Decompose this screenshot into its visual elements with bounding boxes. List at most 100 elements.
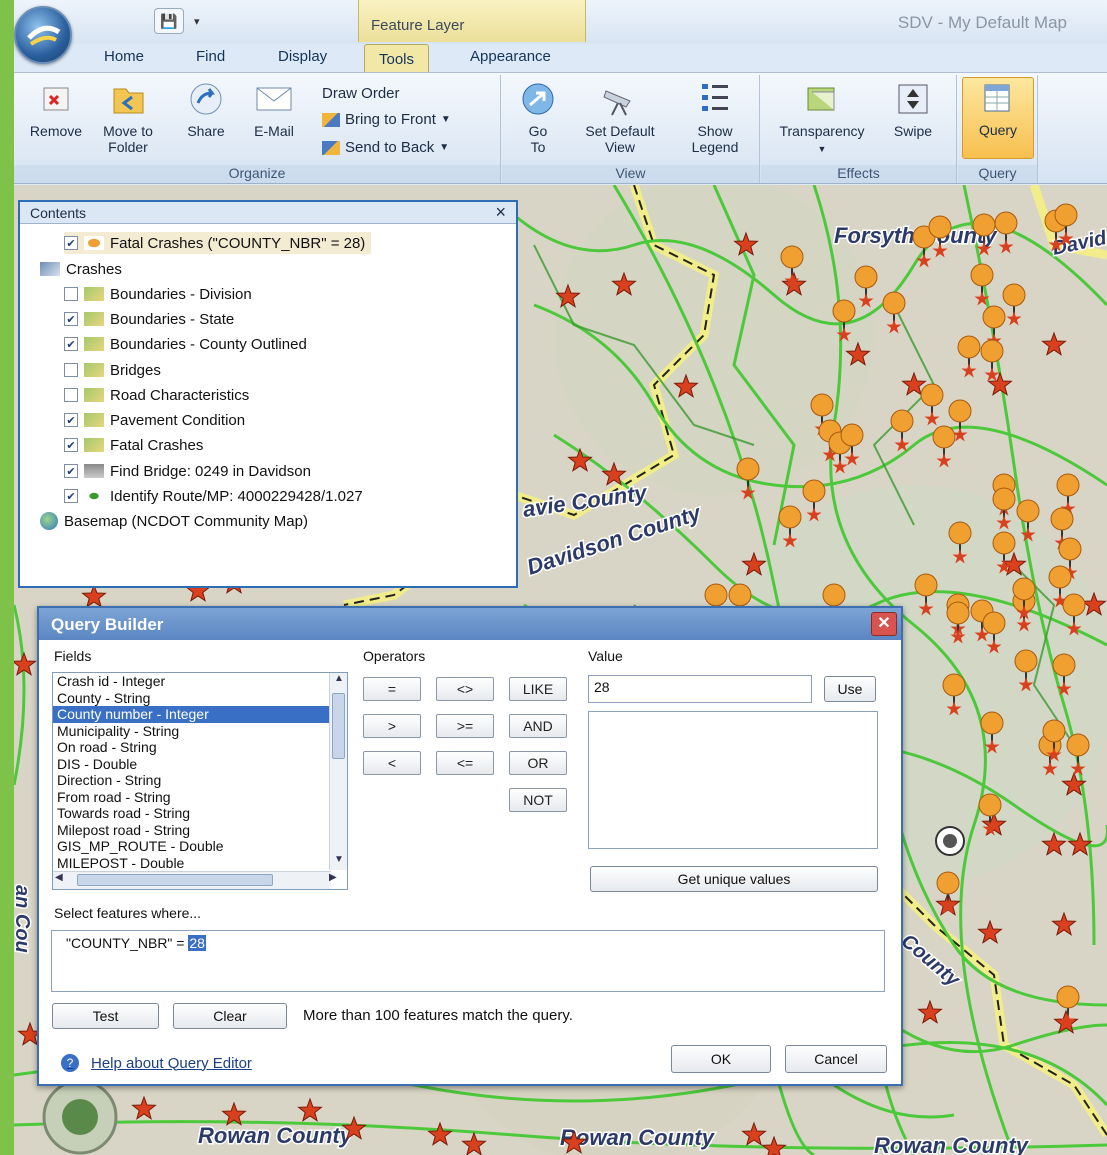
fields-horizontal-scrollbar[interactable]: ◀ ▶ xyxy=(53,871,337,889)
tab-tools[interactable]: Tools xyxy=(364,44,430,74)
transparency-button[interactable]: Transparency ▼ xyxy=(767,79,877,157)
save-icon[interactable]: 💾 xyxy=(154,8,184,34)
share-button[interactable]: Share xyxy=(178,79,234,139)
operator-or-button[interactable]: OR xyxy=(509,751,567,775)
operator-equals-button[interactable]: = xyxy=(363,677,421,701)
map-label-rowan-2: Rowan County xyxy=(560,1125,716,1150)
layer-label: Pavement Condition xyxy=(110,411,246,429)
globe-icon xyxy=(40,512,58,530)
field-item[interactable]: County - String xyxy=(53,690,347,707)
layer-checkbox[interactable] xyxy=(64,388,78,402)
go-to-button[interactable]: Go To xyxy=(510,79,566,155)
scroll-down-icon[interactable]: ▼ xyxy=(330,854,347,870)
clear-button[interactable]: Clear xyxy=(173,1003,287,1029)
hscroll-thumb[interactable] xyxy=(77,874,273,886)
customize-toolbar-icon[interactable]: ▾ xyxy=(194,15,200,28)
operator-greater-than-button[interactable]: > xyxy=(363,714,421,738)
envelope-icon xyxy=(254,79,294,119)
help-link[interactable]: ? Help about Query Editor xyxy=(61,1054,252,1072)
tab-home[interactable]: Home xyxy=(104,48,144,65)
send-to-back-button[interactable]: Send to Back ▼ xyxy=(322,139,449,156)
field-item[interactable]: Towards road - String xyxy=(53,805,347,822)
layer-item[interactable]: Boundaries - Division xyxy=(64,283,252,305)
layer-checkbox[interactable]: ✔ xyxy=(64,337,78,351)
field-item[interactable]: DIS - Double xyxy=(53,756,347,773)
fields-vertical-scrollbar[interactable]: ▲ ▼ xyxy=(329,673,347,870)
fields-listbox[interactable]: Crash id - Integer County - String County … xyxy=(52,672,348,890)
layer-checkbox[interactable]: ✔ xyxy=(64,489,78,503)
query-button[interactable]: Query xyxy=(962,77,1034,159)
field-item[interactable]: MILEPOST - Double xyxy=(53,855,347,872)
bridge-marker-icon xyxy=(935,826,965,856)
field-item[interactable]: Crash id - Integer xyxy=(53,673,347,690)
scroll-thumb[interactable] xyxy=(332,693,345,759)
show-legend-button[interactable]: Show Legend xyxy=(680,79,750,155)
set-default-view-button[interactable]: Set Default View xyxy=(570,79,670,155)
swipe-button[interactable]: Swipe xyxy=(885,79,941,139)
use-button[interactable]: Use xyxy=(824,676,876,702)
operator-and-button[interactable]: AND xyxy=(509,714,567,738)
go-to-label: Go To xyxy=(528,123,548,155)
layer-checkbox[interactable]: ✔ xyxy=(64,438,78,452)
app-menu-button[interactable] xyxy=(14,6,72,64)
remove-button[interactable]: Remove xyxy=(24,79,88,139)
layer-item[interactable]: Basemap (NCDOT Community Map) xyxy=(40,510,308,532)
operator-not-button[interactable]: NOT xyxy=(509,788,567,812)
layer-checkbox[interactable]: ✔ xyxy=(64,464,78,478)
scroll-up-icon[interactable]: ▲ xyxy=(330,673,347,689)
layer-item[interactable]: Road Characteristics xyxy=(64,384,249,406)
layer-item[interactable]: ✔ Pavement Condition xyxy=(64,409,245,431)
help-link-label: Help about Query Editor xyxy=(91,1054,252,1072)
query-builder-title: Query Builder xyxy=(51,615,164,634)
layer-label: Basemap (NCDOT Community Map) xyxy=(64,512,308,530)
layer-checkbox[interactable]: ✔ xyxy=(64,236,78,250)
value-input[interactable]: 28 xyxy=(588,675,812,703)
operator-like-button[interactable]: LIKE xyxy=(509,677,567,701)
field-item[interactable]: Direction - String xyxy=(53,772,347,789)
test-button[interactable]: Test xyxy=(52,1003,159,1029)
operator-less-equal-button[interactable]: <= xyxy=(436,751,494,775)
field-item[interactable]: GIS_MP_ROUTE - Double xyxy=(53,838,347,855)
get-unique-values-button[interactable]: Get unique values xyxy=(590,866,878,892)
layer-item[interactable]: Bridges xyxy=(64,359,161,381)
tab-display[interactable]: Display xyxy=(278,48,327,65)
layer-item[interactable]: ✔ Find Bridge: 0249 in Davidson xyxy=(64,460,311,482)
layer-checkbox[interactable]: ✔ xyxy=(64,413,78,427)
expression-textbox[interactable]: "COUNTY_NBR" = 28 xyxy=(51,930,885,992)
organize-group: Remove Move to Folder Share E-Mail Draw … xyxy=(14,75,501,183)
field-item[interactable]: From road - String xyxy=(53,789,347,806)
layer-checkbox[interactable]: ✔ xyxy=(64,312,78,326)
layer-checkbox[interactable] xyxy=(64,287,78,301)
field-item[interactable]: Milepost road - String xyxy=(53,822,347,839)
chevron-down-icon: ▼ xyxy=(440,114,451,125)
unique-values-list[interactable] xyxy=(588,711,878,849)
layer-item[interactable]: ✔ Boundaries - County Outlined xyxy=(64,333,307,355)
tab-find[interactable]: Find xyxy=(196,48,225,65)
operator-greater-equal-button[interactable]: >= xyxy=(436,714,494,738)
ok-button[interactable]: OK xyxy=(671,1045,771,1073)
close-icon[interactable]: ✕ xyxy=(871,612,897,636)
bring-to-front-button[interactable]: Bring to Front ▼ xyxy=(322,111,451,128)
cancel-button[interactable]: Cancel xyxy=(785,1045,887,1073)
field-item[interactable]: County number - Integer xyxy=(53,706,347,723)
layer-item[interactable]: Crashes xyxy=(40,258,122,280)
move-to-folder-button[interactable]: Move to Folder xyxy=(92,79,164,155)
context-tab-feature-layer: Feature Layer xyxy=(358,0,586,42)
telescope-icon xyxy=(600,79,640,119)
layer-checkbox[interactable] xyxy=(64,363,78,377)
scroll-right-icon[interactable]: ▶ xyxy=(329,872,345,883)
map-label-an-cou: an Cou xyxy=(14,885,33,953)
layer-item[interactable]: ✔ Identify Route/MP: 4000229428/1.027 xyxy=(64,485,363,507)
field-item[interactable]: On road - String xyxy=(53,739,347,756)
operator-not-equal-button[interactable]: <> xyxy=(436,677,494,701)
bring-to-front-label: Bring to Front xyxy=(345,111,436,128)
email-button[interactable]: E-Mail xyxy=(242,79,306,139)
operator-less-than-button[interactable]: < xyxy=(363,751,421,775)
layer-item[interactable]: ✔ Fatal Crashes ("COUNTY_NBR" = 28) xyxy=(64,232,372,254)
layer-item[interactable]: ✔ Boundaries - State xyxy=(64,308,234,330)
field-item[interactable]: Municipality - String xyxy=(53,723,347,740)
scroll-left-icon[interactable]: ◀ xyxy=(55,872,71,883)
layer-item[interactable]: ✔ Fatal Crashes xyxy=(64,434,203,456)
tab-appearance[interactable]: Appearance xyxy=(470,48,551,65)
close-icon[interactable]: × xyxy=(495,202,506,223)
